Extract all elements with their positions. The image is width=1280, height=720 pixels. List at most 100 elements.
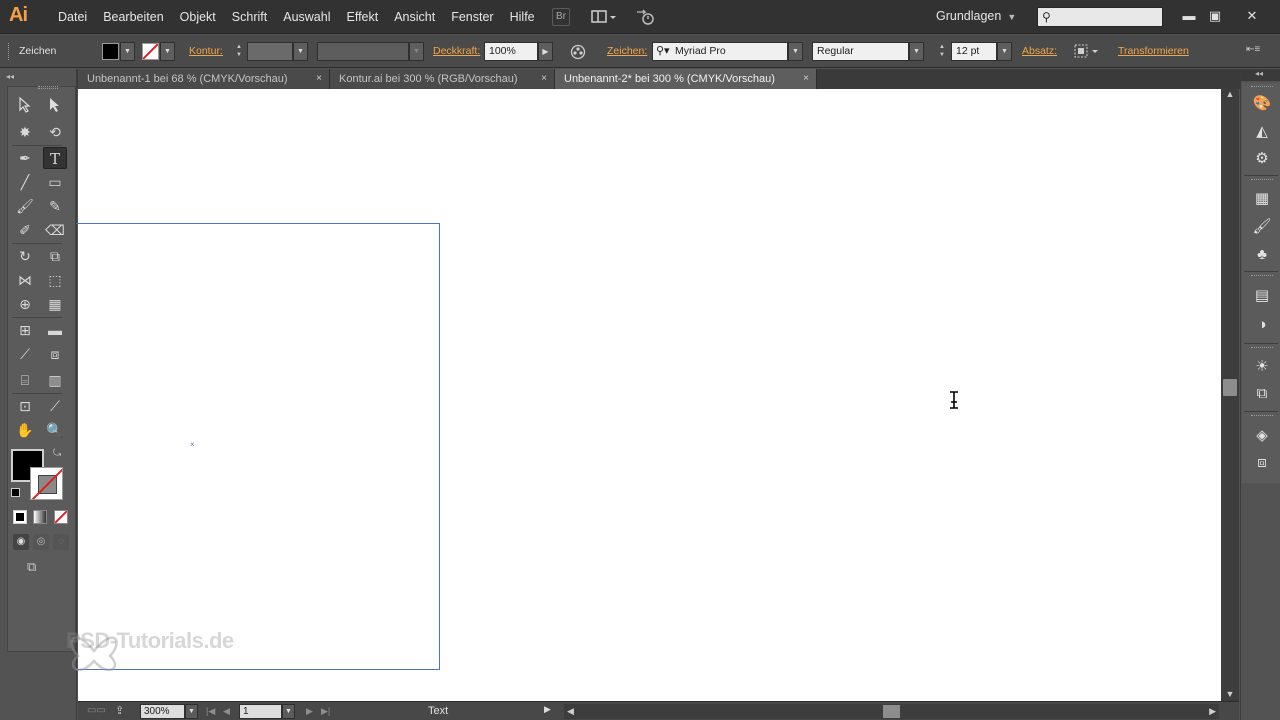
expand-dock-icon[interactable]: ◂◂ xyxy=(1255,69,1263,78)
deckkraft-link[interactable]: Deckkraft: xyxy=(433,35,480,68)
menu-fenster[interactable]: Fenster xyxy=(443,0,501,34)
zoom-field[interactable]: 300% xyxy=(140,704,185,719)
workspace-switcher[interactable]: Grundlagen ▼ xyxy=(936,9,1016,23)
gradient-panel-icon[interactable]: ▤ xyxy=(1251,285,1273,307)
vertical-scroll-thumb[interactable] xyxy=(1223,379,1237,396)
font-style-field[interactable]: Regular xyxy=(812,42,909,61)
tools-grip[interactable] xyxy=(38,86,58,89)
stroke-weight-spinner[interactable]: ▲ ▼ xyxy=(232,42,246,61)
shape-builder-tool-icon[interactable]: ⊕ xyxy=(13,293,37,315)
free-transform-tool-icon[interactable]: ⬚ xyxy=(43,269,67,291)
close-button[interactable]: ✕ xyxy=(1240,6,1264,26)
tab-kontur[interactable]: Kontur.ai bei 300 % (RGB/Vorschau) × xyxy=(330,69,555,89)
stroke-dropdown[interactable]: ▼ xyxy=(160,42,175,61)
pencil-tool-icon[interactable]: ✎ xyxy=(43,195,67,217)
last-artboard-icon[interactable]: ▶| xyxy=(321,703,330,720)
opacity-slider-button[interactable]: ▶ xyxy=(538,42,553,61)
pen-tool-icon[interactable]: ✒ xyxy=(13,147,37,169)
opacity-field[interactable]: 100% xyxy=(484,42,538,61)
color-guide-icon[interactable]: ◭ xyxy=(1251,121,1273,143)
rectangle-tool-icon[interactable]: ▭ xyxy=(43,171,67,193)
hand-tool-icon[interactable]: ✋ xyxy=(13,419,37,441)
transformieren-link[interactable]: Transformieren xyxy=(1118,35,1189,68)
dock-grip[interactable] xyxy=(1251,179,1273,182)
draw-inside-icon[interactable]: ◌ xyxy=(53,534,69,550)
swap-colors-icon[interactable]: ⤿ xyxy=(53,448,61,459)
graphic-styles-icon[interactable]: ⧉ xyxy=(1251,383,1273,405)
stroke-profile-dropdown[interactable]: ▼ xyxy=(409,42,424,61)
menu-objekt[interactable]: Objekt xyxy=(172,0,224,34)
panel-menu-icon[interactable]: ⇤≡ xyxy=(1246,44,1264,58)
dock-grip[interactable] xyxy=(1251,275,1273,278)
eyedropper-tool-icon[interactable]: ⟋ xyxy=(13,343,37,365)
stroke-weight-field[interactable] xyxy=(247,42,293,61)
font-size-field[interactable]: 12 pt xyxy=(951,42,997,61)
blend-tool-icon[interactable]: ⧈ xyxy=(43,343,67,365)
minimize-button[interactable]: ▬ xyxy=(1177,6,1201,26)
rotate-tool-icon[interactable]: ↻ xyxy=(13,245,37,267)
arrange-documents-icon[interactable] xyxy=(590,8,618,26)
kuler-icon[interactable]: ⚙ xyxy=(1251,148,1273,170)
absatz-link[interactable]: Absatz: xyxy=(1022,35,1057,68)
none-mode-icon[interactable] xyxy=(54,510,68,524)
maximize-button[interactable]: ▣ xyxy=(1203,6,1227,26)
menu-ansicht[interactable]: Ansicht xyxy=(386,0,443,34)
slice-tool-icon[interactable]: ⟋ xyxy=(43,395,67,417)
search-input[interactable]: ⚲ xyxy=(1037,7,1163,27)
stroke-profile-field[interactable] xyxy=(317,42,409,61)
screen-mode-icon[interactable]: ⧉ xyxy=(27,559,49,575)
next-artboard-icon[interactable]: ▶ xyxy=(306,703,313,720)
appearance-icon[interactable]: ☀ xyxy=(1251,356,1273,378)
menu-hilfe[interactable]: Hilfe xyxy=(502,0,543,34)
font-style-dropdown[interactable]: ▼ xyxy=(909,42,924,61)
blob-brush-tool-icon[interactable]: ✐ xyxy=(13,219,37,241)
stroke-weight-dropdown[interactable]: ▼ xyxy=(293,42,308,61)
mesh-tool-icon[interactable]: ⊞ xyxy=(13,319,37,341)
symbols-icon[interactable]: ♣ xyxy=(1251,244,1273,266)
stroke-color-swatch[interactable] xyxy=(142,43,159,60)
artboard-dropdown[interactable]: ▼ xyxy=(282,704,295,719)
scroll-up-icon[interactable]: ▲ xyxy=(1221,89,1239,99)
selection-tool-icon[interactable] xyxy=(13,96,37,119)
color-panel-icon[interactable]: 🎨 xyxy=(1251,93,1273,115)
layers-icon[interactable]: ◈ xyxy=(1251,425,1273,447)
scroll-right-icon[interactable]: ▶ xyxy=(1209,704,1216,719)
artboard-number-field[interactable]: 1 xyxy=(239,704,282,719)
default-colors-icon[interactable] xyxy=(11,488,20,497)
swatches-icon[interactable]: ▦ xyxy=(1251,188,1273,210)
lasso-tool-icon[interactable]: ⟲ xyxy=(43,121,67,143)
gradient-tool-icon[interactable]: ▬ xyxy=(43,319,67,341)
menu-auswahl[interactable]: Auswahl xyxy=(275,0,338,34)
color-mode-icon[interactable] xyxy=(13,510,27,524)
horizontal-scrollbar[interactable]: ◀ ▶ xyxy=(564,704,1219,719)
paintbrush-tool-icon[interactable]: 🖌 xyxy=(13,195,37,217)
artboards-icon[interactable]: ⧈ xyxy=(1251,452,1273,474)
tab-unbenannt-2[interactable]: Unbenannt-2* bei 300 % (CMYK/Vorschau) × xyxy=(555,69,817,89)
bridge-button[interactable]: Br xyxy=(552,8,570,26)
horizontal-scroll-thumb[interactable] xyxy=(883,705,900,718)
menu-datei[interactable]: Datei xyxy=(50,0,95,34)
column-graph-tool-icon[interactable]: ▥ xyxy=(43,369,67,391)
document-canvas[interactable]: × PSD-Tutorials.de xyxy=(66,89,1221,701)
kontur-link[interactable]: Kontur: xyxy=(189,35,223,68)
line-tool-icon[interactable]: ╱ xyxy=(13,171,37,193)
collapse-tools-icon[interactable]: ◂◂ xyxy=(6,72,14,81)
first-artboard-icon[interactable]: |◀ xyxy=(206,703,215,720)
transparency-icon[interactable]: ◑ xyxy=(1251,314,1273,336)
share-icon[interactable]: ⇪ xyxy=(115,704,124,717)
dock-grip[interactable] xyxy=(1251,86,1273,89)
zoom-dropdown[interactable]: ▼ xyxy=(185,704,198,719)
zeichen-link[interactable]: Zeichen: xyxy=(607,35,647,68)
draw-behind-icon[interactable]: ◎ xyxy=(33,534,49,550)
recolor-artwork-icon[interactable] xyxy=(570,44,586,60)
gradient-mode-icon[interactable] xyxy=(33,510,47,524)
fill-color-swatch[interactable] xyxy=(102,43,119,60)
symbol-sprayer-tool-icon[interactable]: ⌸ xyxy=(13,369,37,391)
stroke-swatch[interactable] xyxy=(30,467,63,500)
menu-schrift[interactable]: Schrift xyxy=(224,0,275,34)
status-menu-arrow-icon[interactable]: ▶ xyxy=(544,704,551,715)
scroll-left-icon[interactable]: ◀ xyxy=(567,704,574,719)
close-tab-icon[interactable]: × xyxy=(541,69,547,89)
font-size-dropdown[interactable]: ▼ xyxy=(997,42,1012,61)
artboard[interactable] xyxy=(76,223,440,670)
